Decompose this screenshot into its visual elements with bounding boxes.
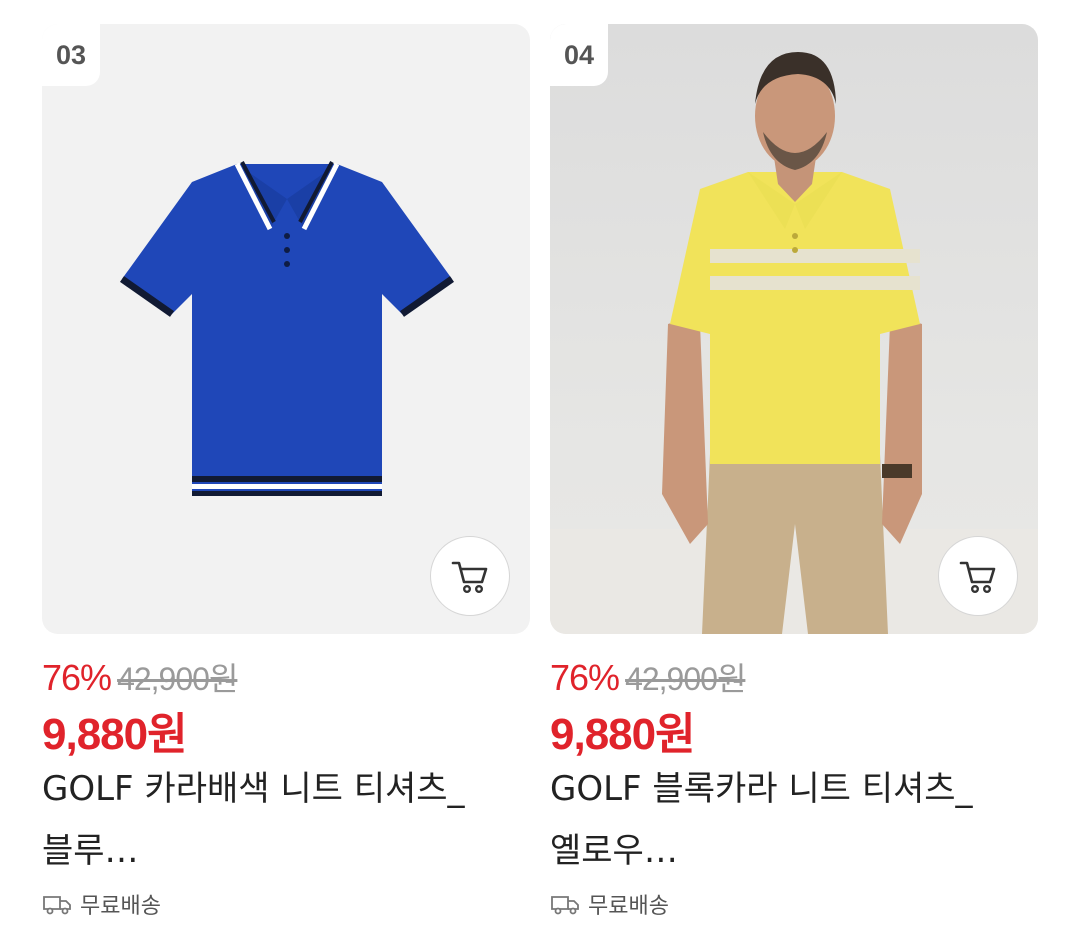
product-thumbnail[interactable]: 04	[550, 24, 1038, 634]
add-to-cart-button[interactable]	[938, 536, 1018, 616]
rank-badge: 04	[550, 24, 608, 86]
sale-price: 9,880원	[42, 710, 188, 759]
truck-icon	[43, 896, 71, 915]
cart-icon	[959, 561, 996, 594]
shipping-info: 무료배송	[550, 888, 1038, 920]
shipping-label: 무료배송	[588, 894, 669, 919]
price-row: 76% 42,900원	[550, 654, 1038, 698]
cart-icon	[451, 561, 488, 594]
shipping-info: 무료배송	[42, 888, 530, 920]
discount-rate: 76%	[42, 657, 112, 698]
product-name[interactable]: GOLF 블록카라 니트 티셔츠_옐로우…	[550, 758, 990, 882]
original-price: 42,900원	[625, 661, 746, 697]
original-price: 42,900원	[117, 661, 238, 697]
product-name[interactable]: GOLF 카라배색 니트 티셔츠_블루…	[42, 758, 482, 882]
shipping-label: 무료배송	[80, 894, 161, 919]
discount-rate: 76%	[550, 657, 620, 698]
sale-price: 9,880원	[550, 710, 696, 759]
truck-icon	[551, 896, 579, 915]
price-row: 76% 42,900원	[42, 654, 530, 698]
product-card[interactable]: 03 76% 42,900원 9,880원 GOLF 카라배색 니트 티셔츠_블…	[42, 24, 530, 920]
add-to-cart-button[interactable]	[430, 536, 510, 616]
product-card[interactable]: 04 76% 42,900원 9,880원 GOLF 블록카라 니트 티셔츠_옐…	[550, 24, 1038, 920]
product-thumbnail[interactable]: 03	[42, 24, 530, 634]
rank-badge: 03	[42, 24, 100, 86]
